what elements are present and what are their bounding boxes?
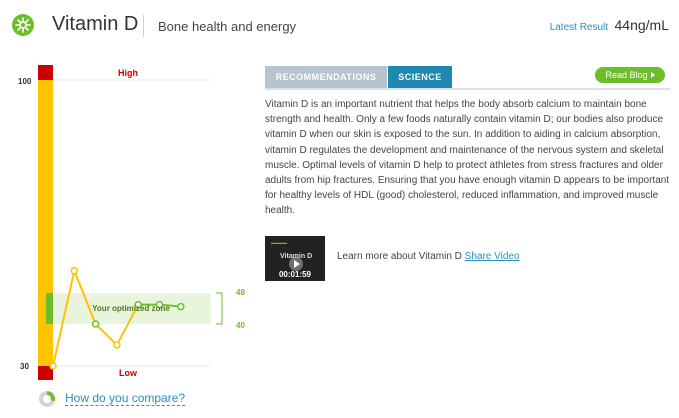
- zone-label: Your optimized zone: [92, 304, 170, 313]
- tab-science[interactable]: SCIENCE: [388, 66, 452, 88]
- vitamin-d-chart: High Low 48 40 Your optimized zone: [38, 65, 245, 380]
- zone-high-label: 48: [236, 288, 245, 297]
- gauge-optimal-band: [46, 293, 53, 324]
- data-point[interactable]: [177, 302, 185, 311]
- high-label: High: [118, 68, 138, 78]
- zone-low-label: 40: [236, 321, 245, 330]
- pie-chart-icon: [39, 391, 55, 407]
- data-point[interactable]: [49, 362, 57, 370]
- series-segment: [94, 323, 118, 346]
- compare-link[interactable]: How do you compare?: [65, 391, 186, 406]
- chevron-right-icon: [650, 72, 655, 78]
- latest-result: Latest Result 44ng/mL: [550, 17, 669, 35]
- video-caption-row: Learn more about Vitamin D Share Video: [337, 251, 520, 262]
- zone-bracket: [216, 292, 223, 325]
- latest-result-label: Latest Result: [549, 22, 609, 33]
- video-caption: Learn more about Vitamin D: [337, 251, 462, 262]
- science-text: Vitamin D is an important nutrient that …: [265, 99, 670, 217]
- latest-result-value: 44ng/mL: [614, 17, 669, 33]
- video-duration: 00:01:59: [278, 270, 312, 279]
- read-blog-label: Read Blog: [605, 70, 648, 80]
- share-video-link[interactable]: Share Video: [465, 251, 520, 262]
- low-label: Low: [119, 368, 138, 378]
- data-point[interactable]: [70, 267, 79, 275]
- tab-underline: [265, 88, 670, 90]
- data-point[interactable]: [113, 341, 121, 349]
- gauge-high-band: [38, 65, 53, 80]
- read-blog-button[interactable]: Read Blog: [595, 67, 665, 83]
- play-icon[interactable]: [289, 257, 303, 271]
- video-thumbnail[interactable]: ▬▬▬▬ Vitamin D 00:01:59: [265, 236, 325, 281]
- tab-recommendations[interactable]: RECOMMENDATIONS: [265, 66, 387, 88]
- video-brand-mark: ▬▬▬▬: [271, 240, 287, 245]
- data-point[interactable]: [91, 320, 100, 328]
